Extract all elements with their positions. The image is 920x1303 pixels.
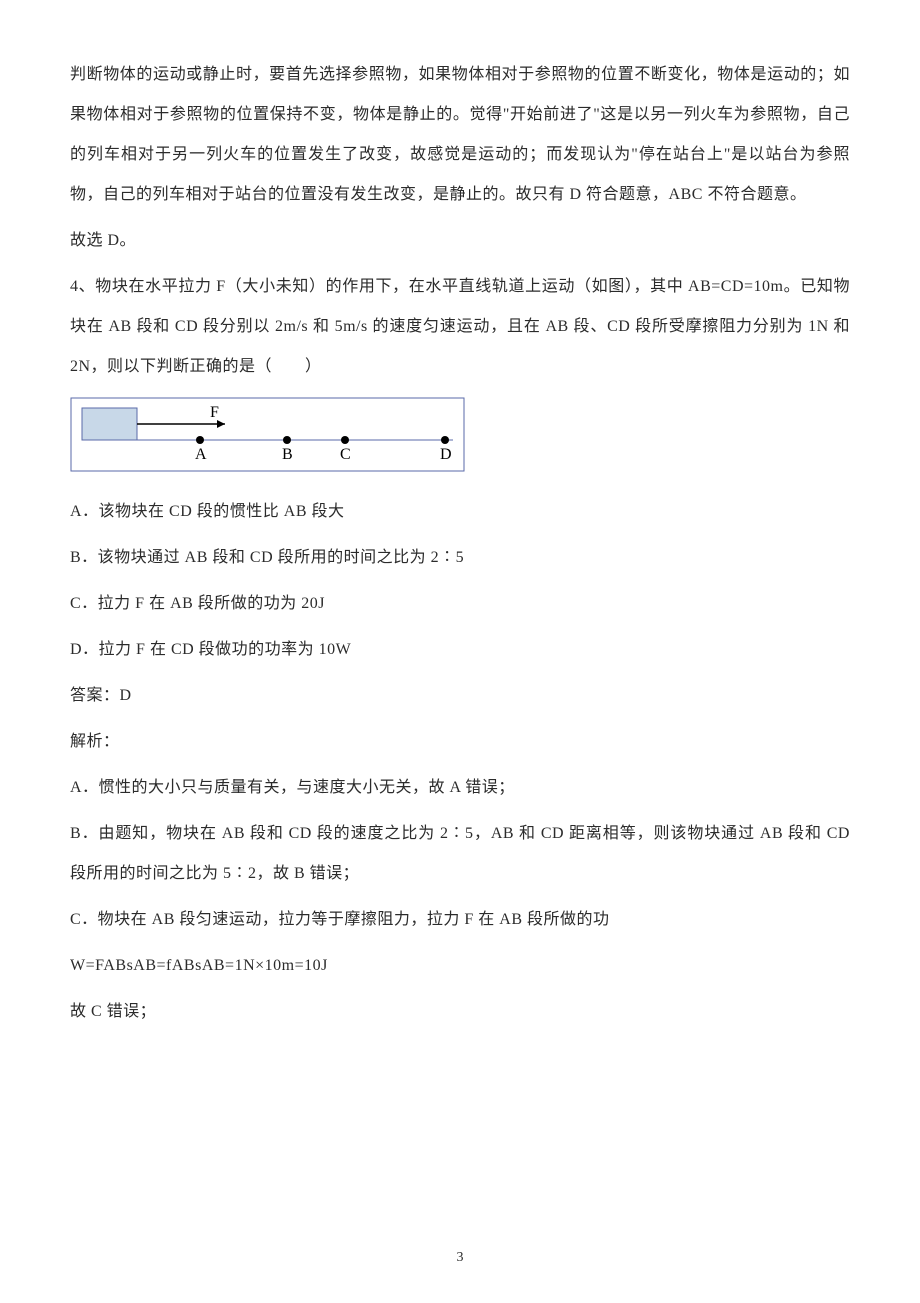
paragraph-explanation-prev: 判断物体的运动或静止时，要首先选择参照物，如果物体相对于参照物的位置不断变化，物… bbox=[70, 55, 850, 215]
figure-label-C: C bbox=[340, 446, 351, 463]
figure-label-F: F bbox=[210, 404, 219, 421]
explanation-c-conclusion: 故 C 错误； bbox=[70, 992, 850, 1032]
explanation-c-equation: W=FABsAB=fABsAB=1N×10m=10J bbox=[70, 946, 850, 986]
analysis-label: 解析： bbox=[70, 722, 850, 762]
explanation-c-line1: C．物块在 AB 段匀速运动，拉力等于摩擦阻力，拉力 F 在 AB 段所做的功 bbox=[70, 900, 850, 940]
figure-label-A: A bbox=[195, 446, 207, 463]
explanation-b: B．由题知，物块在 AB 段和 CD 段的速度之比为 2∶5，AB 和 CD 距… bbox=[70, 814, 850, 894]
option-b: B．该物块通过 AB 段和 CD 段所用的时间之比为 2∶5 bbox=[70, 538, 850, 578]
option-d: D．拉力 F 在 CD 段做功的功率为 10W bbox=[70, 630, 850, 670]
question-4-stem: 4、物块在水平拉力 F（大小未知）的作用下，在水平直线轨道上运动（如图），其中 … bbox=[70, 267, 850, 387]
question-4-figure: F A B C D bbox=[70, 397, 465, 472]
option-a: A．该物块在 CD 段的惯性比 AB 段大 bbox=[70, 492, 850, 532]
page-number: 3 bbox=[0, 1240, 920, 1275]
document-page: 判断物体的运动或静止时，要首先选择参照物，如果物体相对于参照物的位置不断变化，物… bbox=[0, 0, 920, 1303]
figure-label-D: D bbox=[440, 446, 452, 463]
conclusion-prev-answer: 故选 D。 bbox=[70, 221, 850, 261]
explanation-a: A．惯性的大小只与质量有关，与速度大小无关，故 A 错误； bbox=[70, 768, 850, 808]
option-c: C．拉力 F 在 AB 段所做的功为 20J bbox=[70, 584, 850, 624]
figure-label-B: B bbox=[282, 446, 293, 463]
answer-line: 答案：D bbox=[70, 676, 850, 716]
